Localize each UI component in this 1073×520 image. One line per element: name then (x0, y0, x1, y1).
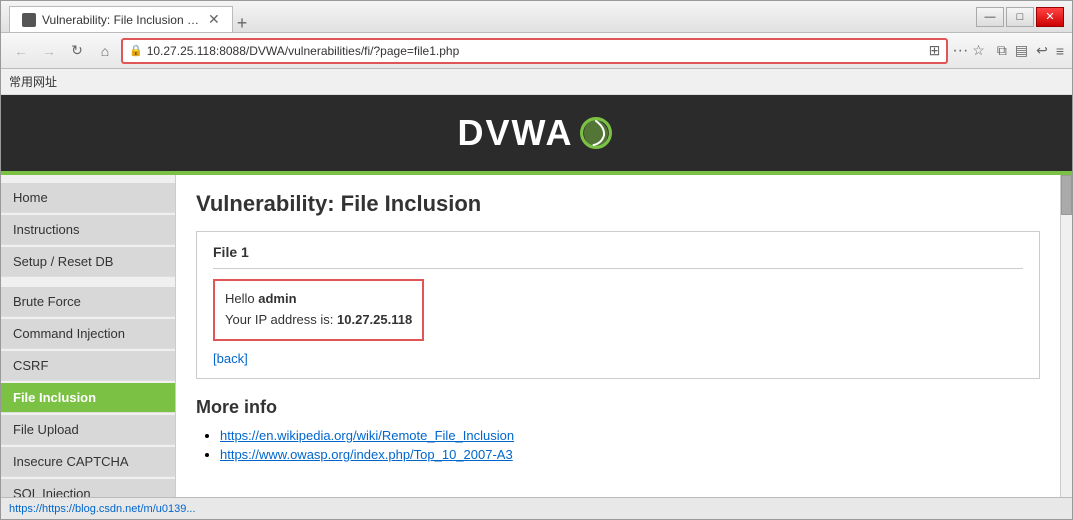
more-button[interactable]: ··· (952, 42, 968, 60)
sidebar-item-csrf[interactable]: CSRF (1, 351, 175, 381)
file-box: File 1 Hello admin Your IP address is: 1… (196, 231, 1040, 379)
qr-icon[interactable]: ⊞ (929, 42, 941, 59)
file-ip-value: 10.27.25.118 (337, 312, 412, 327)
sidebar: Home Instructions Setup / Reset DB Brute… (1, 175, 176, 497)
close-button[interactable]: ✕ (1036, 7, 1064, 27)
security-icon: 🔒 (129, 44, 143, 57)
sidebar-item-instructions[interactable]: Instructions (1, 215, 175, 245)
sidebar-button[interactable]: ▤ (1015, 42, 1028, 59)
page-content: DVWA Home Instructions Setup / Reset DB (1, 95, 1072, 497)
more-info-link-2[interactable]: https://www.owasp.org/index.php/Top_10_2… (220, 447, 513, 462)
nav-right-controls: ⧉ ▤ ↩ ≡ (997, 42, 1064, 59)
more-info-list: https://en.wikipedia.org/wiki/Remote_Fil… (196, 428, 1040, 462)
tab-area: Vulnerability: File Inclusion :: D ✕ + (9, 1, 247, 32)
active-tab[interactable]: Vulnerability: File Inclusion :: D ✕ (9, 6, 233, 32)
status-url: https://https://blog.csdn.net/m/u0139... (9, 503, 196, 515)
bookmark-button[interactable]: ☆ (972, 42, 985, 59)
dvwa-logo: DVWA (458, 112, 616, 154)
minimize-button[interactable]: — (976, 7, 1004, 27)
file-ip-label: Your IP address is: (225, 312, 337, 327)
forward-button[interactable]: → (37, 39, 61, 63)
dvwa-header: DVWA (1, 95, 1072, 175)
main-content: Vulnerability: File Inclusion File 1 Hel… (176, 175, 1060, 497)
dvwa-wrapper: DVWA Home Instructions Setup / Reset DB (1, 95, 1072, 497)
page-title: Vulnerability: File Inclusion (196, 191, 1040, 217)
sidebar-item-home[interactable]: Home (1, 183, 175, 213)
bookmarks-bar: 常用网址 (1, 69, 1072, 95)
sidebar-item-file-upload[interactable]: File Upload (1, 415, 175, 445)
maximize-button[interactable]: □ (1006, 7, 1034, 27)
dvwa-logo-text: DVWA (458, 112, 574, 154)
back-link-container: [back] (213, 351, 1023, 366)
tab-favicon (22, 13, 36, 27)
sidebar-item-brute-force[interactable]: Brute Force (1, 287, 175, 317)
nav-bar: ← → ↻ ⌂ 🔒 ⊞ ··· ☆ ⧉ ▤ ↩ ≡ (1, 33, 1072, 69)
tab-close-button[interactable]: ✕ (208, 11, 220, 28)
tab-title: Vulnerability: File Inclusion :: D (42, 13, 202, 27)
status-bar: https://https://blog.csdn.net/m/u0139... (1, 497, 1072, 519)
window-controls: — □ ✕ (976, 7, 1064, 27)
undo-button[interactable]: ↩ (1036, 42, 1048, 59)
file-content-box: Hello admin Your IP address is: 10.27.25… (213, 279, 424, 341)
file-box-title: File 1 (213, 244, 1023, 269)
scrollbar-thumb[interactable] (1061, 175, 1072, 215)
scrollbar[interactable] (1060, 175, 1072, 497)
file-user-text: admin (258, 291, 296, 306)
browser-window: Vulnerability: File Inclusion :: D ✕ + —… (0, 0, 1073, 520)
more-info-link-1[interactable]: https://en.wikipedia.org/wiki/Remote_Fil… (220, 428, 514, 443)
file-hello-line: Hello admin (225, 289, 412, 310)
refresh-button[interactable]: ↻ (65, 39, 89, 63)
bookmarks-label: 常用网址 (9, 73, 57, 90)
sidebar-item-file-inclusion[interactable]: File Inclusion (1, 383, 175, 413)
file-hello-text: Hello (225, 291, 258, 306)
dvwa-body: Home Instructions Setup / Reset DB Brute… (1, 175, 1072, 497)
sidebar-item-setup[interactable]: Setup / Reset DB (1, 247, 175, 277)
back-link[interactable]: [back] (213, 351, 248, 366)
title-bar: Vulnerability: File Inclusion :: D ✕ + —… (1, 1, 1072, 33)
sidebar-item-sql-injection[interactable]: SQL Injection (1, 479, 175, 497)
list-item: https://en.wikipedia.org/wiki/Remote_Fil… (220, 428, 1040, 443)
list-item: https://www.owasp.org/index.php/Top_10_2… (220, 447, 1040, 462)
menu-button[interactable]: ≡ (1056, 43, 1064, 59)
sidebar-item-insecure-captcha[interactable]: Insecure CAPTCHA (1, 447, 175, 477)
address-bar-container: 🔒 ⊞ (121, 38, 948, 64)
more-info-title: More info (196, 397, 1040, 418)
sidebar-item-command-injection[interactable]: Command Injection (1, 319, 175, 349)
extensions-button[interactable]: ⧉ (997, 42, 1007, 59)
new-tab-button[interactable]: + (237, 14, 248, 32)
dvwa-swirl-icon (576, 113, 616, 153)
file-ip-line: Your IP address is: 10.27.25.118 (225, 310, 412, 331)
back-button[interactable]: ← (9, 39, 33, 63)
home-button[interactable]: ⌂ (93, 39, 117, 63)
address-input[interactable] (147, 44, 925, 58)
